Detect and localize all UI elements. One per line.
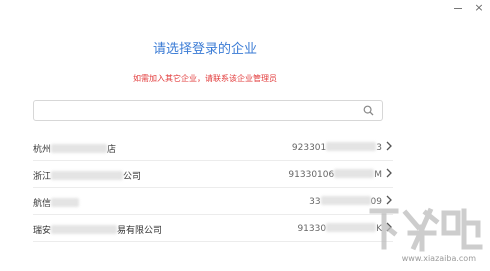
- company-name: 浙江 公司: [33, 171, 142, 182]
- company-code: 33 09: [309, 196, 382, 207]
- company-code: 91330106 M: [288, 169, 382, 180]
- minimize-button[interactable]: [448, 0, 468, 14]
- company-name: 瑞安 易有限公司: [33, 225, 163, 236]
- window-controls: ×: [448, 0, 490, 14]
- company-row-3[interactable]: 航信 33 09: [33, 188, 393, 215]
- chevron-right-icon: [386, 222, 392, 232]
- company-name: 航信: [33, 196, 80, 209]
- chevron-right-icon: [386, 195, 392, 205]
- company-row-4[interactable]: 瑞安 易有限公司 91330 K: [33, 215, 393, 242]
- chevron-right-icon: [386, 168, 392, 178]
- search-input[interactable]: [40, 100, 359, 121]
- company-code: 91330 K: [297, 223, 382, 234]
- company-code: 923301 3: [291, 142, 382, 153]
- company-row-2[interactable]: 浙江 公司 91330106 M: [33, 161, 393, 188]
- notice-text: 如需加入其它企业，请联系该企业管理员: [133, 74, 277, 83]
- page-title: 请选择登录的企业: [152, 42, 257, 57]
- chevron-right-icon: [386, 141, 392, 151]
- company-name: 杭州店: [33, 144, 117, 155]
- company-list: 杭州店 923301 3 浙江 公司 91330106 M 航信 33 09 瑞安 易有限…: [33, 134, 393, 242]
- company-row-1[interactable]: 杭州店 923301 3: [33, 134, 393, 161]
- search-icon[interactable]: [359, 102, 377, 120]
- search-box[interactable]: [33, 100, 383, 121]
- minimize-icon: [454, 7, 462, 9]
- close-button[interactable]: ×: [468, 0, 490, 14]
- close-icon: ×: [474, 0, 484, 14]
- watermark-url: www.xiazaiba.com: [401, 254, 476, 263]
